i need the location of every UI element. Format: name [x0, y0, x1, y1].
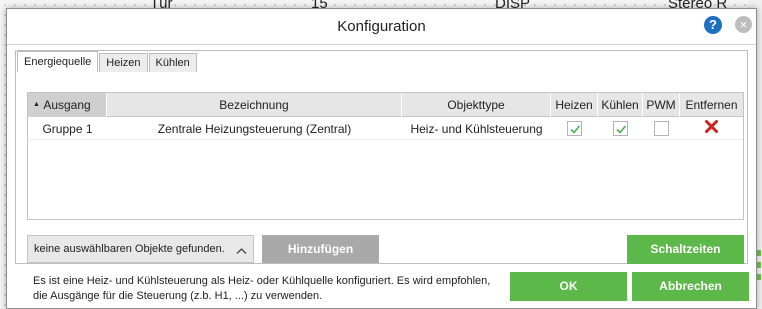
object-select-value: keine auswählbaren Objekte gefunden.: [34, 243, 225, 255]
add-button[interactable]: Hinzufügen: [262, 235, 379, 263]
dialog-titlebar: Konfiguration ? ×: [7, 9, 756, 45]
tab-heizen[interactable]: Heizen: [99, 53, 148, 72]
column-header-entfernen[interactable]: Entfernen: [680, 93, 743, 117]
cell-pwm: [643, 118, 680, 140]
chevron-up-icon: [236, 244, 247, 258]
ok-button[interactable]: OK: [510, 272, 627, 301]
sort-ascending-icon: ▲: [33, 101, 40, 108]
heizen-checkbox[interactable]: [567, 121, 582, 137]
cell-entfernen: [680, 118, 743, 140]
table-header: ▲ Ausgang Bezeichnung Objekttype Heizen …: [28, 93, 743, 117]
kuehlen-checkbox[interactable]: [613, 121, 628, 137]
column-header-kuehlen[interactable]: Kühlen: [598, 93, 643, 117]
tab-energiequelle[interactable]: Energiequelle: [17, 51, 99, 72]
configuration-dialog: Konfiguration ? × Energiequelle Heizen K…: [6, 8, 757, 309]
cell-ausgang: Gruppe 1: [42, 122, 93, 136]
column-header-pwm[interactable]: PWM: [643, 93, 680, 117]
tab-kuehlen[interactable]: Kühlen: [148, 53, 197, 72]
info-text: Es ist eine Heiz- und Kühlsteuerung als …: [33, 274, 503, 304]
info-text-line1: Es ist eine Heiz- und Kühlsteuerung als …: [33, 275, 491, 287]
sources-table: ▲ Ausgang Bezeichnung Objekttype Heizen …: [27, 92, 744, 220]
column-header-bezeichnung[interactable]: Bezeichnung: [107, 93, 402, 117]
help-icon[interactable]: ?: [704, 16, 722, 34]
dialog-title: Konfiguration: [337, 18, 426, 35]
column-header-objekttype[interactable]: Objekttype: [402, 93, 551, 117]
column-header-ausgang[interactable]: ▲ Ausgang: [28, 93, 107, 117]
info-text-line2: die Ausgänge für die Steuerung (z.b. H1,…: [33, 290, 323, 302]
delete-x-icon[interactable]: [705, 118, 718, 140]
table-row[interactable]: Gruppe 1 Zentrale Heizungsteuerung (Zent…: [28, 118, 743, 140]
checkmark-icon: [570, 125, 581, 135]
cell-objekttype: Heiz- und Kühlsteuerung: [410, 122, 543, 136]
schedule-button[interactable]: Schaltzeiten: [627, 235, 744, 264]
cancel-button[interactable]: Abbrechen: [632, 272, 749, 301]
object-select[interactable]: keine auswählbaren Objekte gefunden.: [27, 235, 254, 263]
pwm-checkbox[interactable]: [654, 121, 669, 137]
cell-heizen: [551, 118, 598, 140]
cell-bezeichnung: Zentrale Heizungsteuerung (Zentral): [157, 122, 352, 136]
close-icon[interactable]: ×: [735, 16, 752, 33]
checkmark-icon: [616, 125, 627, 135]
column-header-heizen[interactable]: Heizen: [551, 93, 598, 117]
energiequelle-panel: ▲ Ausgang Bezeichnung Objekttype Heizen …: [23, 72, 744, 264]
cell-kuehlen: [598, 118, 643, 140]
tab-bar: Energiequelle Heizen Kühlen: [17, 51, 198, 72]
